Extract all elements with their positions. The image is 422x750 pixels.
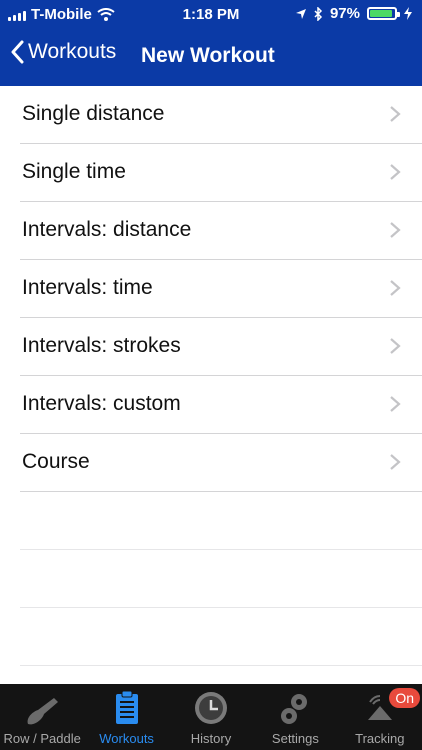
tab-tracking[interactable]: On Tracking <box>338 684 422 750</box>
tab-row-paddle[interactable]: Row / Paddle <box>0 684 84 750</box>
navigation-bar: Workouts New Workout <box>0 30 422 86</box>
list-item-intervals-time[interactable]: Intervals: time <box>20 260 422 318</box>
tab-workouts[interactable]: Workouts <box>84 684 168 750</box>
tab-label: Workouts <box>99 731 154 746</box>
clipboard-icon <box>115 690 138 724</box>
tab-label: Settings <box>271 731 319 746</box>
list-item-label: Single time <box>22 160 126 183</box>
empty-row <box>20 608 422 666</box>
battery-icon <box>367 7 400 20</box>
status-badge: On <box>389 688 421 708</box>
chevron-right-icon <box>390 222 401 238</box>
status-right-group: 97% <box>295 5 412 22</box>
list-item-intervals-strokes[interactable]: Intervals: strokes <box>20 318 422 376</box>
list-item-label: Intervals: strokes <box>22 334 181 357</box>
list-item-label: Intervals: time <box>22 276 153 299</box>
list-item-label: Intervals: distance <box>22 218 192 241</box>
chevron-left-icon <box>11 40 24 64</box>
app-header: T-Mobile 1:18 PM 97% Workouts New Workou… <box>0 0 422 86</box>
oar-icon <box>27 698 59 725</box>
chevron-right-icon <box>390 454 401 470</box>
gears-icon <box>281 694 308 724</box>
page-title: New Workout <box>141 44 275 67</box>
clock-icon <box>195 692 228 724</box>
tab-label: Tracking <box>355 731 405 746</box>
list-item-single-distance[interactable]: Single distance <box>20 86 422 144</box>
list-item-intervals-distance[interactable]: Intervals: distance <box>20 202 422 260</box>
tab-label: Row / Paddle <box>3 731 81 746</box>
status-bar: T-Mobile 1:18 PM 97% <box>0 0 422 30</box>
list-item-course[interactable]: Course <box>20 434 422 492</box>
battery-percent: 97% <box>329 5 360 22</box>
chevron-right-icon <box>390 280 401 296</box>
bluetooth-icon <box>314 6 323 21</box>
back-label: Workouts <box>28 40 117 63</box>
tab-bar: Row / Paddle Workouts History Settings O… <box>0 684 422 750</box>
list-item-label: Intervals: custom <box>22 392 181 415</box>
tab-history[interactable]: History <box>169 684 253 750</box>
empty-row <box>20 550 422 608</box>
tab-settings[interactable]: Settings <box>253 684 337 750</box>
empty-row <box>20 492 422 550</box>
list-item-label: Course <box>22 450 90 473</box>
list-item-label: Single distance <box>22 102 165 125</box>
location-arrow-icon <box>295 8 306 19</box>
charging-bolt-icon <box>404 7 412 20</box>
tab-label: History <box>190 731 232 746</box>
workout-type-list: Single distance Single time Intervals: d… <box>0 86 422 666</box>
chevron-right-icon <box>390 106 401 122</box>
chevron-right-icon <box>390 164 401 180</box>
chevron-right-icon <box>390 338 401 354</box>
back-button[interactable]: Workouts <box>10 40 116 64</box>
list-item-intervals-custom[interactable]: Intervals: custom <box>20 376 422 434</box>
list-item-single-time[interactable]: Single time <box>20 144 422 202</box>
chevron-right-icon <box>390 396 401 412</box>
